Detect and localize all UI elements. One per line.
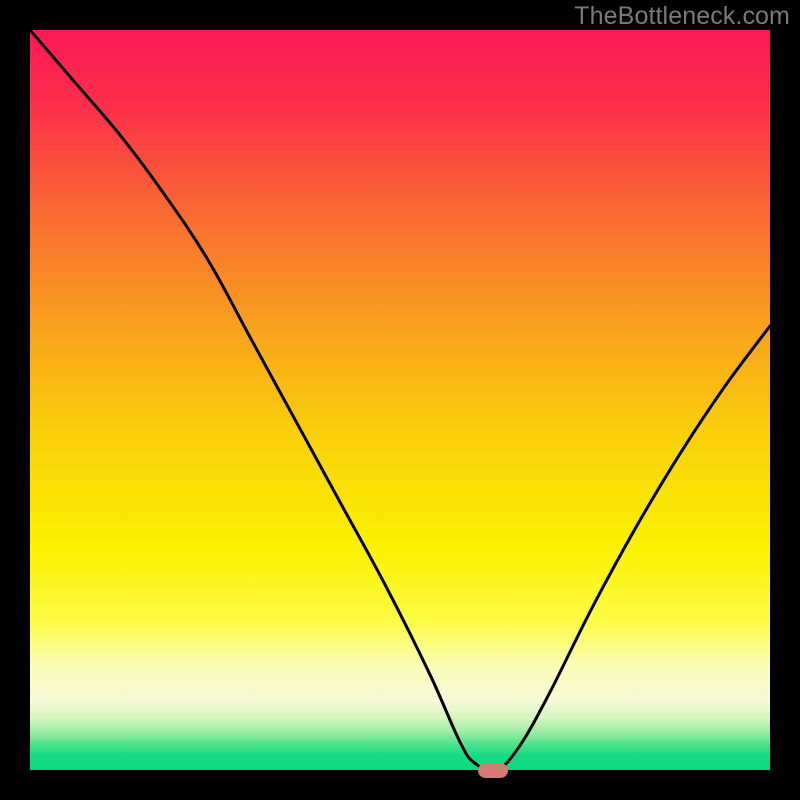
plot-area xyxy=(30,30,770,770)
chart-frame: TheBottleneck.com xyxy=(0,0,800,800)
bottleneck-chart-svg xyxy=(30,30,770,770)
gradient-background xyxy=(30,30,770,770)
bottleneck-marker xyxy=(478,763,508,778)
watermark-text: TheBottleneck.com xyxy=(574,2,790,31)
